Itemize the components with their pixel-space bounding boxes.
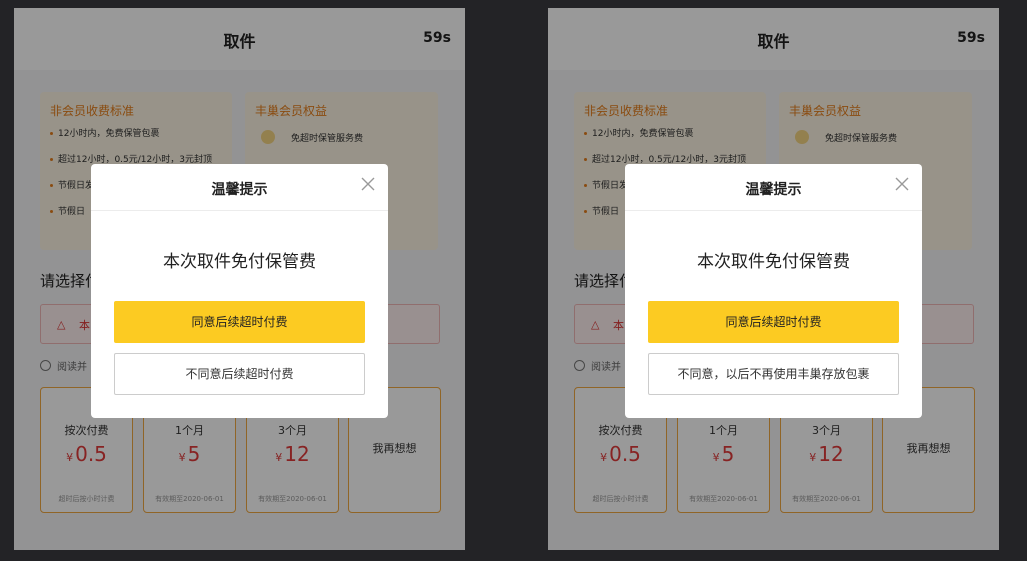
dialog-title: 温馨提示 xyxy=(211,182,268,198)
pickup-screen: 取件 59s 非会员收费标准 12小时内，免费保管包裹 超过12小时，0.5元/… xyxy=(14,8,465,550)
screen-root: 取件 59s 非会员收费标准 12小时内，免费保管包裹 超过12小时，0.5元/… xyxy=(0,0,1027,561)
tip-dialog: 温馨提示 本次取件免付保管费 同意后续超时付费 不同意后续超时付费 xyxy=(91,164,388,418)
tip-dialog: 温馨提示 本次取件免付保管费 同意后续超时付费 不同意，以后不再使用丰巢存放包裹 xyxy=(625,164,922,418)
divider xyxy=(91,210,388,211)
disagree-button[interactable]: 不同意，以后不再使用丰巢存放包裹 xyxy=(648,353,899,395)
pickup-screen: 取件 59s 非会员收费标准 12小时内，免费保管包裹 超过12小时，0.5元/… xyxy=(548,8,999,550)
close-icon[interactable] xyxy=(894,176,910,192)
dialog-title: 温馨提示 xyxy=(745,182,802,198)
agree-button[interactable]: 同意后续超时付费 xyxy=(648,301,899,343)
close-icon[interactable] xyxy=(360,176,376,192)
disagree-button[interactable]: 不同意后续超时付费 xyxy=(114,353,365,395)
divider xyxy=(625,210,922,211)
dialog-message: 本次取件免付保管费 xyxy=(697,252,850,272)
agree-button[interactable]: 同意后续超时付费 xyxy=(114,301,365,343)
dialog-message: 本次取件免付保管费 xyxy=(163,252,316,272)
